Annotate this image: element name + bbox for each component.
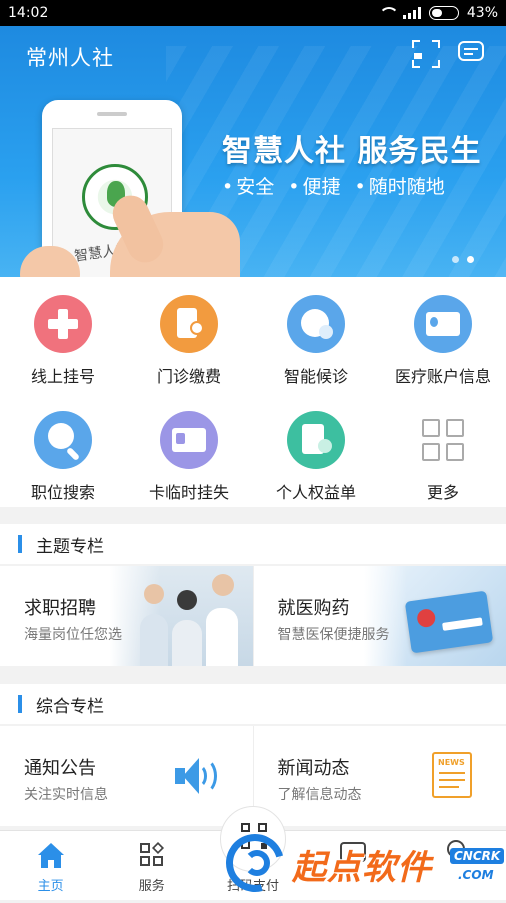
battery-icon bbox=[429, 6, 459, 20]
card-subtitle: 智慧医保便捷服务 bbox=[278, 624, 390, 644]
services-icon bbox=[138, 843, 166, 869]
hand-illustration bbox=[0, 206, 240, 277]
scan-icon[interactable] bbox=[412, 40, 440, 68]
clock-person-icon bbox=[287, 295, 345, 353]
nav-services[interactable]: 服务 bbox=[101, 831, 202, 900]
function-label: 医疗账户信息 bbox=[380, 363, 506, 387]
battery-percent: 43% bbox=[467, 5, 498, 21]
card-subtitle: 了解信息动态 bbox=[278, 784, 362, 804]
banner-carousel[interactable]: 常州人社 智慧人社 智慧人社 服务民生 安全 便捷 随时随地 bbox=[0, 26, 506, 277]
carousel-dot-active[interactable] bbox=[467, 256, 474, 263]
hospital-cross-icon bbox=[34, 295, 92, 353]
nav-label: 主页 bbox=[38, 875, 64, 894]
speaker-icon bbox=[175, 756, 221, 796]
function-online-registration[interactable]: 线上挂号 bbox=[0, 295, 126, 387]
account-card-icon bbox=[414, 295, 472, 353]
card-notice[interactable]: 通知公告 关注实时信息 bbox=[0, 726, 254, 826]
section-title: 综合专栏 bbox=[36, 692, 104, 717]
job-seekers-photo bbox=[110, 566, 253, 666]
nav-label: 服务 bbox=[139, 875, 165, 894]
theme-cards: 求职招聘 海量岗位任您选 就医购药 智慧医保便捷服务 bbox=[0, 566, 506, 666]
app-title: 常州人社 bbox=[26, 42, 114, 72]
nav-home[interactable]: 主页 bbox=[0, 831, 101, 900]
function-label: 智能候诊 bbox=[253, 363, 379, 387]
function-personal-rights[interactable]: 个人权益单 bbox=[253, 411, 379, 503]
news-icon-text: NEWS bbox=[438, 758, 465, 767]
message-icon[interactable] bbox=[458, 40, 486, 68]
card-title: 求职招聘 bbox=[24, 594, 96, 620]
banner-tags: 安全 便捷 随时随地 bbox=[222, 172, 445, 199]
carousel-dot[interactable] bbox=[452, 256, 459, 263]
card-title: 就医购药 bbox=[278, 594, 350, 620]
qr-scan-icon bbox=[241, 823, 267, 849]
person-search-icon bbox=[34, 411, 92, 469]
qr-scan-button[interactable] bbox=[220, 806, 286, 872]
banner-tag: 便捷 bbox=[288, 172, 340, 199]
banner-tag: 随时随地 bbox=[354, 172, 444, 199]
function-medical-account[interactable]: 医疗账户信息 bbox=[380, 295, 506, 387]
function-grid: 线上挂号 门诊缴费 智能候诊 医疗账户信息 职位搜索 卡临 bbox=[0, 277, 506, 507]
home-icon bbox=[37, 843, 65, 869]
document-person-icon bbox=[287, 411, 345, 469]
card-report-loss-icon bbox=[160, 411, 218, 469]
function-job-search[interactable]: 职位搜索 bbox=[0, 411, 126, 503]
status-time: 14:02 bbox=[8, 5, 379, 21]
banner-tag: 安全 bbox=[222, 172, 274, 199]
section-header-general: 综合专栏 bbox=[0, 684, 506, 724]
message-nav-icon[interactable] bbox=[340, 842, 366, 862]
function-label: 门诊缴费 bbox=[126, 363, 252, 387]
section-title: 主题专栏 bbox=[36, 532, 104, 557]
function-label: 职位搜索 bbox=[0, 479, 126, 503]
function-smart-queue[interactable]: 智能候诊 bbox=[253, 295, 379, 387]
function-label: 卡临时挂失 bbox=[126, 479, 252, 503]
medical-insurance-card-icon bbox=[404, 591, 492, 654]
status-bar: 14:02 43% bbox=[0, 0, 506, 26]
nav-label: 扫码支付 bbox=[227, 875, 279, 894]
signal-icon bbox=[403, 7, 421, 19]
function-label: 线上挂号 bbox=[0, 363, 126, 387]
medical-card-photo bbox=[364, 566, 506, 666]
payment-receipt-icon bbox=[160, 295, 218, 353]
card-subtitle: 海量岗位任您选 bbox=[24, 624, 122, 644]
section-header-theme: 主题专栏 bbox=[0, 524, 506, 564]
function-label: 个人权益单 bbox=[253, 479, 379, 503]
function-outpatient-payment[interactable]: 门诊缴费 bbox=[126, 295, 252, 387]
card-title: 通知公告 bbox=[24, 754, 96, 780]
banner-slogan: 智慧人社 服务民生 bbox=[222, 126, 481, 170]
wifi-icon bbox=[379, 7, 395, 19]
more-grid-icon bbox=[414, 411, 472, 469]
profile-nav-icon[interactable] bbox=[447, 840, 465, 858]
function-card-report-loss[interactable]: 卡临时挂失 bbox=[126, 411, 252, 503]
card-news[interactable]: 新闻动态 了解信息动态 NEWS bbox=[254, 726, 506, 826]
function-more[interactable]: 更多 bbox=[380, 411, 506, 503]
news-icon: NEWS bbox=[432, 752, 472, 798]
card-title: 新闻动态 bbox=[278, 754, 350, 780]
card-job-recruitment[interactable]: 求职招聘 海量岗位任您选 bbox=[0, 566, 254, 666]
card-subtitle: 关注实时信息 bbox=[24, 784, 108, 804]
function-label: 更多 bbox=[380, 479, 506, 503]
card-medical-medicine[interactable]: 就医购药 智慧医保便捷服务 bbox=[254, 566, 506, 666]
carousel-indicator bbox=[452, 256, 474, 263]
